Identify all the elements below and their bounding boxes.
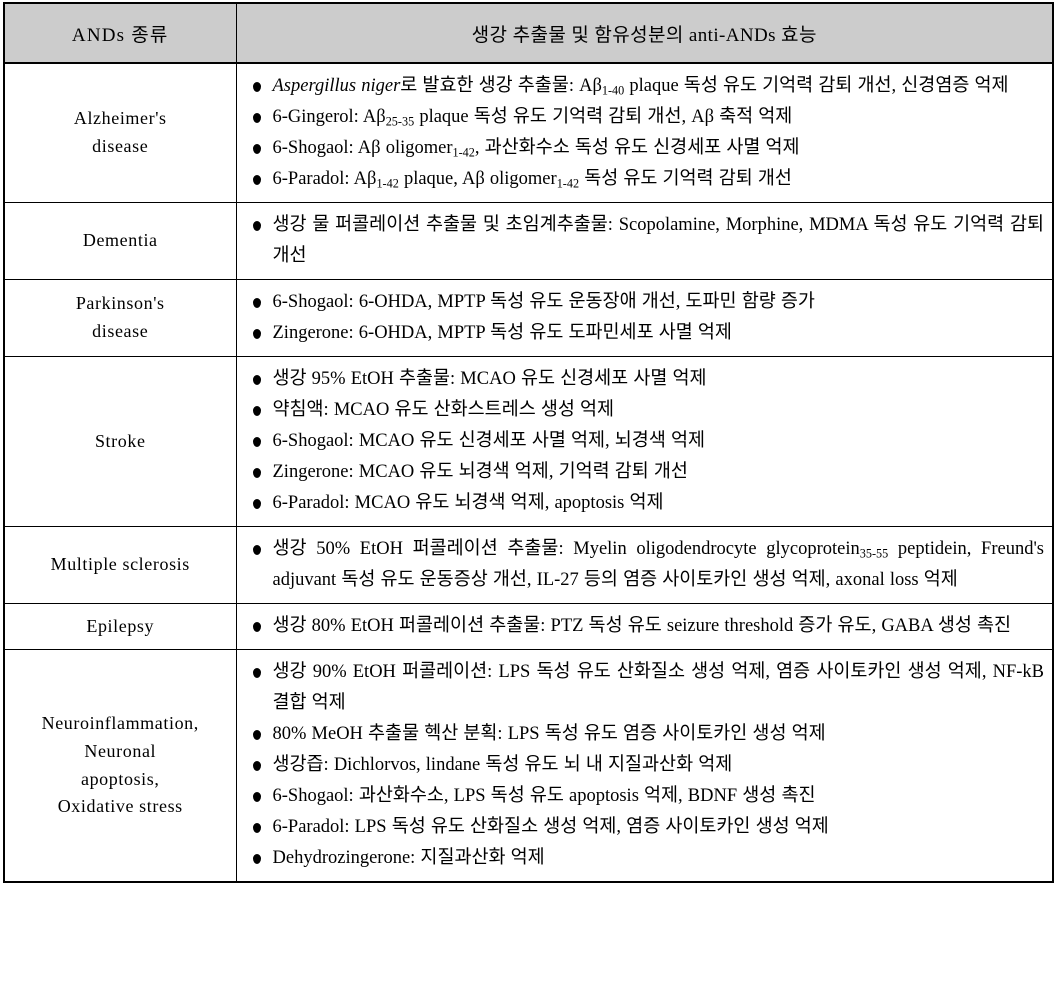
effect-bullet-list: Aspergillus niger로 발효한 생강 추출물: Aβ1-40 pl… bbox=[247, 71, 1045, 195]
table-row: Alzheimer's disease Aspergillus niger로 발효한… bbox=[3, 62, 1054, 203]
table-row: Dementia 생강 물 퍼콜레이션 추출물 및 초임계추출물: Scopola… bbox=[3, 202, 1054, 280]
effect-bullet-item: 생강 물 퍼콜레이션 추출물 및 초임계추출물: Scopolamine, Mo… bbox=[247, 210, 1044, 272]
cell-anti-ands-effect: 생강 80% EtOH 퍼콜레이션 추출물: PTZ 독성 유도 seizure… bbox=[235, 603, 1054, 650]
table-sheet: ANDs 종류 생강 추출물 및 함유성분의 anti-ANDs 효능 Alzh… bbox=[0, 2, 1055, 1005]
column-header-anti-ands-effect: 생강 추출물 및 함유성분의 anti-ANDs 효능 bbox=[235, 2, 1054, 64]
table-row: Epilepsy 생강 80% EtOH 퍼콜레이션 추출물: PTZ 독성 유도… bbox=[3, 603, 1054, 650]
effect-bullet-item: Aspergillus niger로 발효한 생강 추출물: Aβ1-40 pl… bbox=[247, 71, 1045, 102]
cell-anti-ands-effect: 생강 90% EtOH 퍼콜레이션: LPS 독성 유도 산화질소 생성 억제,… bbox=[235, 649, 1054, 883]
cell-ands-type: Alzheimer's disease bbox=[3, 62, 237, 203]
effect-bullet-item: 생강즙: Dichlorvos, lindane 독성 유도 뇌 내 지질과산화… bbox=[247, 750, 1045, 781]
cell-ands-type: Multiple sclerosis bbox=[3, 526, 237, 604]
cell-ands-type: Epilepsy bbox=[3, 603, 237, 650]
ands-type-line: disease bbox=[92, 321, 149, 341]
effect-bullet-list: 생강 물 퍼콜레이션 추출물 및 초임계추출물: Scopolamine, Mo… bbox=[247, 210, 1044, 272]
effect-bullet-item: 6-Paradol: MCAO 유도 뇌경색 억제, apoptosis 억제 bbox=[247, 488, 1045, 519]
effect-bullet-item: 6-Shogaol: MCAO 유도 신경세포 사멸 억제, 뇌경색 억제 bbox=[247, 426, 1045, 457]
effect-bullet-list: 생강 80% EtOH 퍼콜레이션 추출물: PTZ 독성 유도 seizure… bbox=[247, 611, 1045, 642]
effect-bullet-item: 6-Gingerol: Aβ25-35 plaque 독성 유도 기억력 감퇴 … bbox=[247, 102, 1045, 133]
effect-bullet-item: 6-Shogaol: Aβ oligomer1-42, 과산화수소 독성 유도 … bbox=[247, 133, 1045, 164]
ands-type-line: Neuronal bbox=[84, 740, 157, 761]
anti-ands-table: ANDs 종류 생강 추출물 및 함유성분의 anti-ANDs 효능 Alzh… bbox=[3, 2, 1054, 883]
effect-bullet-list: 6-Shogaol: 6-OHDA, MPTP 독성 유도 운동장애 개선, 도… bbox=[247, 287, 1045, 349]
ands-type-line: Dementia bbox=[82, 230, 158, 251]
effect-bullet-item: 6-Paradol: Aβ1-42 plaque, Aβ oligomer1-4… bbox=[247, 164, 1045, 195]
ands-type-line: Stroke bbox=[94, 430, 146, 451]
header-row: ANDs 종류 생강 추출물 및 함유성분의 anti-ANDs 효능 bbox=[3, 2, 1054, 64]
effect-bullet-item: 생강 95% EtOH 추출물: MCAO 유도 신경세포 사멸 억제 bbox=[247, 364, 1045, 395]
effect-bullet-item: 80% MeOH 추출물 헥산 분획: LPS 독성 유도 염증 사이토카인 생… bbox=[247, 719, 1045, 750]
column-header-ands-type: ANDs 종류 bbox=[3, 2, 237, 64]
cell-ands-type: Dementia bbox=[3, 202, 237, 280]
table-row: Stroke 생강 95% EtOH 추출물: MCAO 유도 신경세포 사멸 억… bbox=[3, 356, 1054, 527]
effect-bullet-item: Zingerone: MCAO 유도 뇌경색 억제, 기억력 감퇴 개선 bbox=[247, 457, 1045, 488]
ands-type-line: Alzheimer's bbox=[73, 108, 167, 129]
effect-bullet-item: 약침액: MCAO 유도 산화스트레스 생성 억제 bbox=[247, 395, 1045, 426]
ands-type-line: disease bbox=[92, 136, 149, 156]
effect-bullet-item: Dehydrozingerone: 지질과산화 억제 bbox=[247, 843, 1045, 874]
table-body: Alzheimer's disease Aspergillus niger로 발효한… bbox=[3, 62, 1054, 883]
ands-type-line: Neuroinflammation, bbox=[41, 712, 199, 733]
table-row: Neuroinflammation, Neuronal apoptosis, Oxid… bbox=[3, 649, 1054, 883]
cell-anti-ands-effect: Aspergillus niger로 발효한 생강 추출물: Aβ1-40 pl… bbox=[235, 62, 1054, 203]
cell-anti-ands-effect: 생강 물 퍼콜레이션 추출물 및 초임계추출물: Scopolamine, Mo… bbox=[235, 202, 1054, 280]
effect-bullet-item: 6-Shogaol: 6-OHDA, MPTP 독성 유도 운동장애 개선, 도… bbox=[247, 287, 1045, 318]
effect-bullet-list: 생강 95% EtOH 추출물: MCAO 유도 신경세포 사멸 억제 약침액: … bbox=[247, 364, 1045, 519]
ands-type-line: Oxidative stress bbox=[57, 796, 183, 817]
effect-bullet-item: Zingerone: 6-OHDA, MPTP 독성 유도 도파민세포 사멸 억… bbox=[247, 318, 1045, 349]
ands-type-line: Epilepsy bbox=[86, 615, 155, 636]
ands-type-line: Multiple sclerosis bbox=[50, 554, 190, 575]
effect-bullet-item: 6-Paradol: LPS 독성 유도 산화질소 생성 억제, 염증 사이토카… bbox=[247, 812, 1045, 843]
table-header: ANDs 종류 생강 추출물 및 함유성분의 anti-ANDs 효능 bbox=[3, 2, 1054, 64]
ands-type-line: Parkinson's bbox=[75, 293, 165, 314]
effect-bullet-list: 생강 50% EtOH 퍼콜레이션 추출물: Myelin oligodendr… bbox=[247, 534, 1045, 596]
effect-bullet-item: 생강 50% EtOH 퍼콜레이션 추출물: Myelin oligodendr… bbox=[247, 534, 1045, 596]
cell-ands-type: Parkinson's disease bbox=[3, 279, 237, 357]
cell-ands-type: Stroke bbox=[3, 356, 237, 527]
cell-anti-ands-effect: 6-Shogaol: 6-OHDA, MPTP 독성 유도 운동장애 개선, 도… bbox=[235, 279, 1054, 357]
table-row: Multiple sclerosis 생강 50% EtOH 퍼콜레이션 추출물:… bbox=[3, 526, 1054, 604]
cell-anti-ands-effect: 생강 95% EtOH 추출물: MCAO 유도 신경세포 사멸 억제 약침액: … bbox=[235, 356, 1054, 527]
effect-bullet-item: 6-Shogaol: 과산화수소, LPS 독성 유도 apoptosis 억제… bbox=[247, 781, 1045, 812]
effect-bullet-item: 생강 80% EtOH 퍼콜레이션 추출물: PTZ 독성 유도 seizure… bbox=[247, 611, 1045, 642]
ands-type-line: apoptosis, bbox=[80, 768, 160, 789]
cell-ands-type: Neuroinflammation, Neuronal apoptosis, Oxid… bbox=[3, 649, 237, 883]
effect-bullet-item: 생강 90% EtOH 퍼콜레이션: LPS 독성 유도 산화질소 생성 억제,… bbox=[247, 657, 1044, 719]
effect-bullet-list: 생강 90% EtOH 퍼콜레이션: LPS 독성 유도 산화질소 생성 억제,… bbox=[247, 657, 1045, 874]
cell-anti-ands-effect: 생강 50% EtOH 퍼콜레이션 추출물: Myelin oligodendr… bbox=[235, 526, 1054, 604]
table-row: Parkinson's disease 6-Shogaol: 6-OHDA, MPT… bbox=[3, 279, 1054, 357]
